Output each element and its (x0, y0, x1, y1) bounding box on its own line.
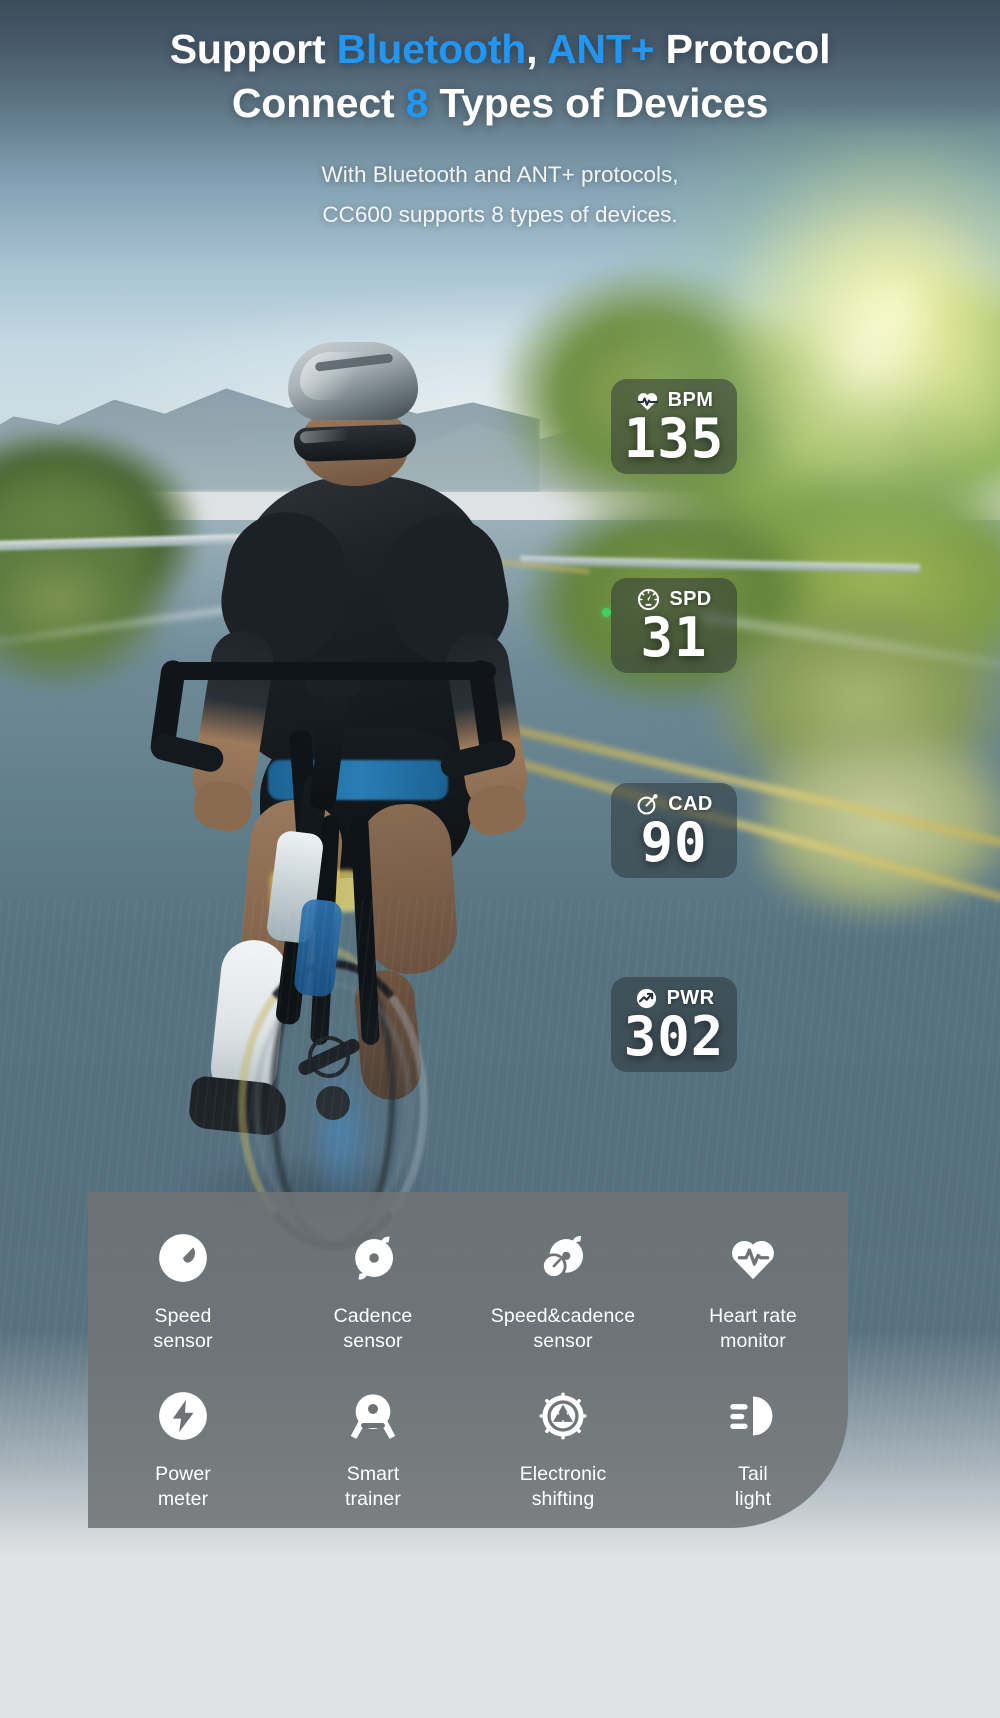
brake-hood-left (147, 731, 227, 775)
subtitle-line-2: CC600 supports 8 types of devices. (322, 201, 678, 227)
hud-value-spd: 31 (640, 606, 708, 669)
device-cadence-sensor[interactable]: Cadence sensor (278, 1230, 468, 1354)
device-label-cadence-sensor: Cadence sensor (334, 1304, 413, 1354)
hud-widget-spd: SPD 31 (602, 578, 737, 673)
label-line-1: Smart (346, 1462, 400, 1485)
label-line-2: sensor (153, 1329, 213, 1352)
device-smart-trainer[interactable]: Smart trainer (278, 1388, 468, 1512)
title-text-support: Support (169, 26, 337, 72)
device-heart-rate-monitor[interactable]: Heart rate monitor (658, 1230, 848, 1354)
label-line-1: Tail (738, 1462, 768, 1485)
hud-widget-bpm: BPM 135 (611, 379, 737, 474)
device-label-electronic-shifting: Electronic shifting (520, 1462, 607, 1512)
title-accent-eight: 8 (405, 80, 429, 127)
devices-row-2: Power meter Smart trainer Electronic shi… (88, 1388, 848, 1512)
hud-card-bpm: BPM 135 (611, 379, 737, 474)
header-block: Support Bluetooth, ANT+ Protocol Connect… (0, 0, 1000, 234)
heart-rate-monitor-icon (732, 1240, 774, 1280)
label-line-1: Speed&cadence (490, 1305, 636, 1327)
devices-grid: Speed sensor Cadence sensor Speed&cadenc… (88, 1192, 848, 1512)
subtitle-line-1: With Bluetooth and ANT+ protocols, (321, 162, 679, 188)
label-line-2: light (734, 1487, 772, 1510)
tail-light-icon (730, 1396, 773, 1436)
page-title: Support Bluetooth, ANT+ Protocol Connect… (0, 22, 1000, 130)
title-line-2: Connect 8 Types of Devices (0, 76, 1000, 130)
rider-sunglasses (293, 423, 417, 463)
title-line-1: Support Bluetooth, ANT+ Protocol (0, 22, 1000, 76)
power-meter-icon (159, 1392, 207, 1440)
hud-card-pwr: PWR 302 (611, 977, 737, 1072)
devices-row-1: Speed sensor Cadence sensor Speed&cadenc… (88, 1230, 848, 1354)
device-label-heart-rate-monitor: Heart rate monitor (709, 1304, 797, 1354)
handlebar (166, 662, 496, 680)
electronic-shifting-icon (539, 1392, 587, 1440)
hud-value-cad: 90 (640, 811, 708, 874)
hud-value-pwr: 302 (623, 1005, 725, 1068)
hud-card-spd: SPD 31 (611, 578, 737, 673)
label-line-1: Heart rate (709, 1305, 797, 1327)
label-line-2: meter (157, 1487, 209, 1510)
label-line-2: shifting (531, 1487, 595, 1510)
device-label-smart-trainer: Smart trainer (345, 1462, 401, 1512)
title-text-connect: Connect (231, 80, 406, 127)
title-accent-ant: ANT+ (547, 26, 655, 72)
label-line-1: Power (155, 1462, 211, 1485)
title-text-protocol: Protocol (654, 26, 831, 72)
device-label-speed-cadence-sensor: Speed&cadence sensor (491, 1304, 635, 1354)
status-dot-spd (602, 608, 611, 617)
title-comma: , (526, 26, 548, 72)
title-accent-bluetooth: Bluetooth (336, 26, 527, 72)
hud-widget-pwr: PWR 302 (611, 977, 737, 1072)
hud-card-cad: CAD 90 (611, 783, 737, 878)
head-tube (308, 688, 350, 812)
device-tail-light[interactable]: Tail light (658, 1388, 848, 1512)
label-line-1: Speed (154, 1305, 212, 1327)
speed-sensor-icon (159, 1234, 207, 1282)
smart-trainer-icon (350, 1394, 396, 1439)
supported-devices-panel: Speed sensor Cadence sensor Speed&cadenc… (88, 1192, 848, 1528)
speed-cadence-sensor-icon (541, 1236, 584, 1279)
label-line-2: sensor (533, 1329, 593, 1352)
label-line-1: Electronic (519, 1462, 607, 1485)
hud-value-bpm: 135 (623, 407, 725, 470)
device-speed-cadence-sensor[interactable]: Speed&cadence sensor (468, 1230, 658, 1354)
device-speed-sensor[interactable]: Speed sensor (88, 1230, 278, 1354)
device-label-tail-light: Tail light (735, 1462, 771, 1512)
product-feature-page: Support Bluetooth, ANT+ Protocol Connect… (0, 0, 1000, 1718)
label-line-1: Cadence (333, 1305, 413, 1327)
page-subtitle: With Bluetooth and ANT+ protocols, CC600… (0, 155, 1000, 234)
device-label-speed-sensor: Speed sensor (153, 1304, 212, 1354)
label-line-2: trainer (345, 1487, 401, 1510)
hud-widget-cad: CAD 90 (611, 783, 737, 878)
label-line-2: monitor (720, 1329, 786, 1352)
device-electronic-shifting[interactable]: Electronic shifting (468, 1388, 658, 1512)
title-text-types: Types of Devices (428, 80, 769, 127)
sun-flare-core (700, 200, 1000, 500)
device-label-power-meter: Power meter (155, 1462, 211, 1512)
device-power-meter[interactable]: Power meter (88, 1388, 278, 1512)
cadence-sensor-icon (355, 1236, 394, 1280)
label-line-2: sensor (343, 1329, 403, 1352)
